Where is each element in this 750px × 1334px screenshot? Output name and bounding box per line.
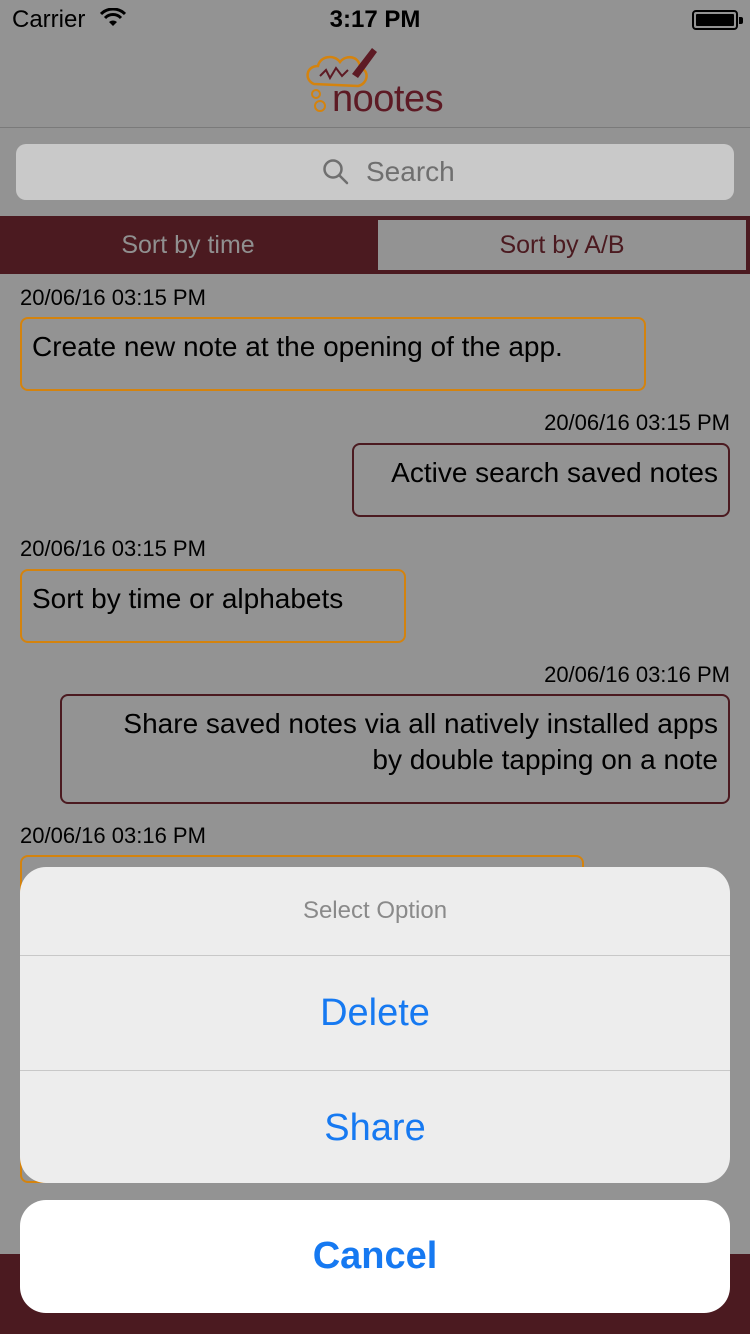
sort-segmented-control: Sort by time Sort by A/B xyxy=(0,216,750,274)
search-placeholder: Search xyxy=(366,156,455,187)
note-bubble[interactable]: Create new note at the opening of the ap… xyxy=(20,317,646,391)
note-text: Create new note at the opening of the ap… xyxy=(32,331,563,362)
battery-icon xyxy=(692,10,743,30)
action-sheet-title: Select Option xyxy=(20,867,730,956)
share-button[interactable]: Share xyxy=(20,1071,730,1183)
status-bar: Carrier 3:17 PM xyxy=(0,0,750,40)
note-timestamp: 20/06/16 03:15 PM xyxy=(20,285,206,310)
header-divider xyxy=(0,127,750,128)
logo-text: nootes xyxy=(332,78,444,120)
note-timestamp: 20/06/16 03:15 PM xyxy=(20,536,206,561)
note-timestamp: 20/06/16 03:15 PM xyxy=(544,410,730,435)
note-text-line: by double tapping on a note xyxy=(372,744,718,775)
note-timestamp: 20/06/16 03:16 PM xyxy=(544,662,730,687)
cancel-button[interactable]: Cancel xyxy=(20,1200,730,1313)
search-input[interactable]: Search xyxy=(16,144,734,200)
note-bubble[interactable]: Share saved notes via all natively insta… xyxy=(60,694,730,804)
note-bubble[interactable]: Sort by time or alphabets xyxy=(20,569,406,643)
sort-by-time-tab[interactable]: Sort by time xyxy=(0,216,376,274)
note-bubble[interactable]: Active search saved notes xyxy=(352,443,730,517)
sort-by-ab-tab[interactable]: Sort by A/B xyxy=(376,218,748,272)
note-text: Sort by time or alphabets xyxy=(32,583,344,614)
note-text: Active search saved notes xyxy=(391,457,718,488)
note-text-line: Share saved notes via all natively insta… xyxy=(123,708,718,739)
note-timestamp: 20/06/16 03:16 PM xyxy=(20,823,206,848)
delete-button[interactable]: Delete xyxy=(20,956,730,1071)
action-sheet: Select Option Delete Share xyxy=(20,867,730,1183)
search-icon xyxy=(323,159,349,185)
clock: 3:17 PM xyxy=(329,6,421,33)
